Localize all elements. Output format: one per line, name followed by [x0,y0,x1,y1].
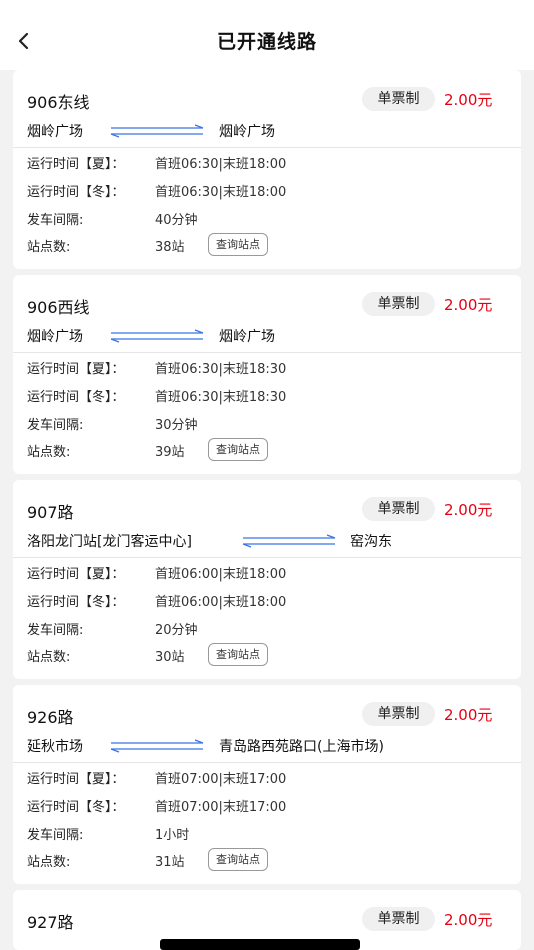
winter-hours-label: 运行时间【冬】： [27,800,125,815]
fare-price: 2.00元 [444,911,493,929]
route-card[interactable]: 906东线 单票制 2.00元 烟岭广场 烟岭广场 运行时间【夏】： 首班06:… [13,70,521,269]
interval-label: 发车间隔: [27,213,84,228]
divider [13,352,521,353]
route-name: 906西线 [27,298,90,317]
fare-price: 2.00元 [444,296,493,314]
query-stops-button[interactable]: 查询站点 [208,848,268,871]
query-stops-button[interactable]: 查询站点 [208,233,268,256]
bidirectional-arrow-icon [110,329,204,343]
ticket-type-badge: 单票制 [362,702,435,726]
stops-count-label: 站点数: [27,650,71,665]
fare-price: 2.00元 [444,706,493,724]
redaction-bar [160,939,360,950]
route-card[interactable]: 906西线 单票制 2.00元 烟岭广场 烟岭广场 运行时间【夏】： 首班06:… [13,275,521,474]
origin-stop: 烟岭广场 [27,329,83,345]
winter-hours-label: 运行时间【冬】： [27,595,125,610]
route-card[interactable]: 926路 单票制 2.00元 延秋市场 青岛路西苑路口(上海市场) 运行时间【夏… [13,685,521,884]
summer-hours-value: 首班06:30|末班18:00 [155,157,287,172]
route-name: 907路 [27,503,74,522]
origin-stop: 烟岭广场 [27,124,83,140]
summer-hours-value: 首班06:00|末班18:00 [155,567,287,582]
page-title: 已开通线路 [216,31,317,53]
summer-hours-value: 首班06:30|末班18:30 [155,362,287,377]
stops-count-label: 站点数: [27,855,71,870]
stops-count-label: 站点数: [27,445,71,460]
summer-hours-label: 运行时间【夏】： [27,157,125,172]
interval-value: 20分钟 [155,623,198,638]
winter-hours-value: 首班06:00|末班18:00 [155,595,287,610]
bidirectional-arrow-icon [242,534,336,548]
winter-hours-value: 首班06:30|末班18:30 [155,390,287,405]
destination-stop: 烟岭广场 [219,329,275,345]
stops-count-value: 39站 [155,445,185,460]
destination-stop: 烟岭广场 [219,124,275,140]
interval-label: 发车间隔: [27,828,84,843]
origin-stop: 洛阳龙门站[龙门客运中心] [27,534,192,550]
ticket-type-badge: 单票制 [362,87,435,111]
interval-label: 发车间隔: [27,418,84,433]
bidirectional-arrow-icon [110,739,204,753]
app-header: 已开通线路 [0,0,534,70]
divider [13,557,521,558]
ticket-type-badge: 单票制 [362,497,435,521]
destination-stop: 窑沟东 [350,534,392,550]
route-name: 906东线 [27,93,90,112]
stops-count-label: 站点数: [27,240,71,255]
divider [13,147,521,148]
query-stops-button[interactable]: 查询站点 [208,643,268,666]
stops-count-value: 31站 [155,855,185,870]
ticket-type-badge: 单票制 [362,292,435,316]
winter-hours-value: 首班06:30|末班18:00 [155,185,287,200]
route-name: 926路 [27,708,74,727]
interval-label: 发车间隔: [27,623,84,638]
route-card[interactable]: 907路 单票制 2.00元 洛阳龙门站[龙门客运中心] 窑沟东 运行时间【夏】… [13,480,521,679]
summer-hours-label: 运行时间【夏】： [27,772,125,787]
interval-value: 40分钟 [155,213,198,228]
fare-price: 2.00元 [444,501,493,519]
summer-hours-label: 运行时间【夏】： [27,567,125,582]
route-name: 927路 [27,913,74,932]
winter-hours-value: 首班07:00|末班17:00 [155,800,287,815]
ticket-type-badge: 单票制 [362,907,435,931]
interval-value: 30分钟 [155,418,198,433]
stops-count-value: 38站 [155,240,185,255]
query-stops-button[interactable]: 查询站点 [208,438,268,461]
bidirectional-arrow-icon [110,124,204,138]
winter-hours-label: 运行时间【冬】： [27,390,125,405]
summer-hours-label: 运行时间【夏】： [27,362,125,377]
summer-hours-value: 首班07:00|末班17:00 [155,772,287,787]
stops-count-value: 30站 [155,650,185,665]
divider [13,762,521,763]
interval-value: 1小时 [155,828,190,843]
destination-stop: 青岛路西苑路口(上海市场) [219,739,384,755]
winter-hours-label: 运行时间【冬】： [27,185,125,200]
fare-price: 2.00元 [444,91,493,109]
origin-stop: 延秋市场 [27,739,83,755]
